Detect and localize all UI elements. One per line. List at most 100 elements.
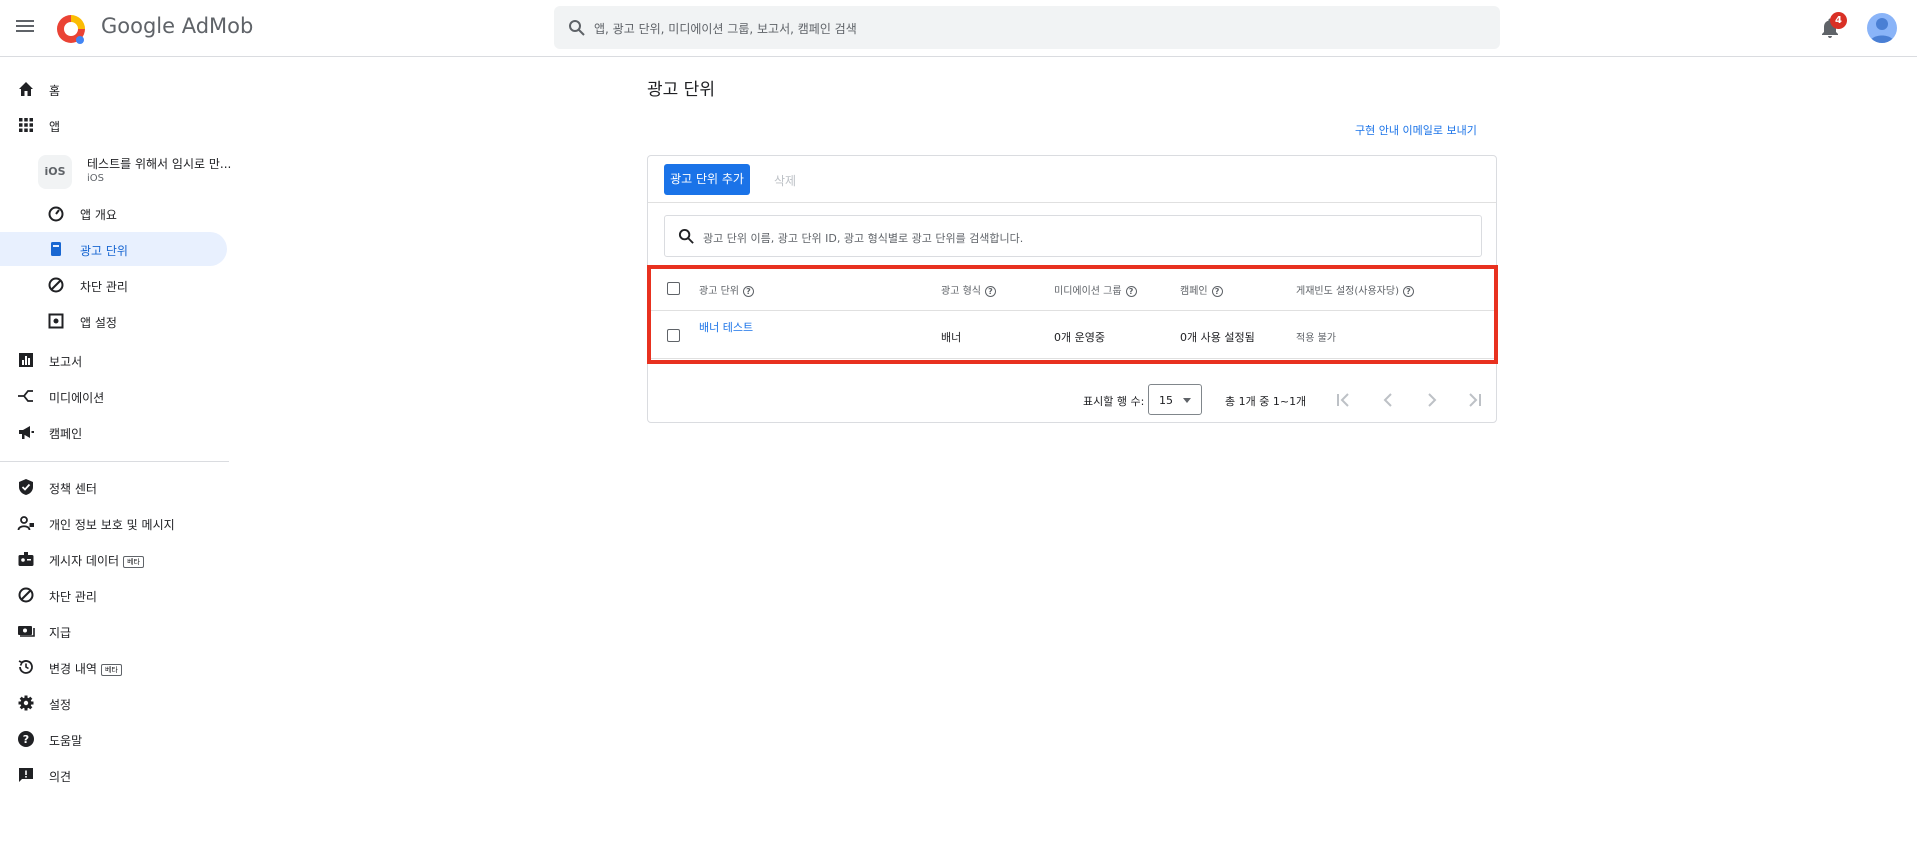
sidebar-item-campaigns[interactable]: 캠페인 bbox=[0, 415, 227, 449]
sidebar-item-blocking[interactable]: 차단 관리 bbox=[0, 578, 227, 612]
sidebar-item-settings[interactable]: 설정 bbox=[0, 686, 227, 720]
sidebar-item-change-history[interactable]: 변경 내역 베타 bbox=[0, 650, 227, 684]
ios-app-icon: iOS bbox=[38, 155, 72, 189]
sidebar-item-label: 게시자 데이터 베타 bbox=[49, 552, 144, 569]
sidebar-divider bbox=[0, 461, 229, 462]
global-search-input[interactable]: 앱, 광고 단위, 미디에이션 그룹, 보고서, 캠페인 검색 bbox=[554, 6, 1500, 49]
column-header-ad-unit[interactable]: 광고 단위? bbox=[699, 282, 754, 297]
page-title: 광고 단위 bbox=[647, 80, 715, 100]
megaphone-icon bbox=[19, 426, 34, 439]
sidebar-item-home[interactable]: 홈 bbox=[0, 72, 227, 106]
block-icon bbox=[48, 277, 64, 293]
gear-icon bbox=[18, 695, 34, 711]
previous-page-icon[interactable] bbox=[1377, 389, 1399, 411]
ad-unit-search-placeholder: 광고 단위 이름, 광고 단위 ID, 광고 형식별로 광고 단위를 검색합니다… bbox=[703, 232, 1024, 245]
add-ad-unit-button[interactable]: 광고 단위 추가 bbox=[664, 164, 750, 195]
brand-name: Google AdMob bbox=[101, 14, 254, 38]
sidebar-item-label: 홈 bbox=[49, 84, 61, 98]
sidebar-item-help[interactable]: ? 도움말 bbox=[0, 722, 227, 756]
sidebar-item-label: 도움말 bbox=[49, 734, 83, 748]
select-all-checkbox[interactable] bbox=[667, 282, 680, 295]
speedometer-icon bbox=[48, 206, 64, 222]
ad-unit-search-input[interactable]: 광고 단위 이름, 광고 단위 ID, 광고 형식별로 광고 단위를 검색합니다… bbox=[664, 215, 1482, 257]
table-header-row: 광고 단위? 광고 형식? 미디에이션 그룹? 캠페인? 게재빈도 설정(사용자… bbox=[648, 265, 1496, 311]
sidebar-item-privacy[interactable]: 개인 정보 보호 및 메시지 bbox=[0, 506, 227, 540]
bar-chart-icon bbox=[19, 353, 33, 367]
sidebar-item-label: 변경 내역 베타 bbox=[49, 660, 122, 677]
help-icon[interactable]: ? bbox=[1125, 285, 1137, 297]
sidebar-item-label: 의견 bbox=[49, 770, 72, 784]
sidebar-item-label: 캠페인 bbox=[49, 427, 83, 441]
global-search-placeholder: 앱, 광고 단위, 미디에이션 그룹, 보고서, 캠페인 검색 bbox=[594, 22, 857, 36]
next-page-icon[interactable] bbox=[1421, 389, 1443, 411]
sidebar-item-label: 앱 설정 bbox=[80, 316, 117, 330]
table-row: 배너 테스트 배너 0개 운영중 0개 사용 설정됨 적용 불가 bbox=[648, 311, 1496, 359]
notification-count-badge: 4 bbox=[1830, 12, 1847, 29]
ad-unit-name-link[interactable]: 배너 테스트 bbox=[699, 319, 753, 335]
privacy-person-icon bbox=[17, 516, 34, 531]
first-page-icon[interactable] bbox=[1333, 389, 1355, 411]
help-icon[interactable]: ? bbox=[984, 285, 996, 297]
beta-badge: 베타 bbox=[100, 663, 122, 676]
beta-badge: 베타 bbox=[123, 555, 144, 568]
help-icon[interactable]: ? bbox=[742, 285, 754, 297]
sidebar-item-label: 차단 관리 bbox=[80, 280, 128, 294]
sidebar-item-label: 정책 센터 bbox=[49, 482, 97, 496]
sidebar-item-mediation[interactable]: 미디에이션 bbox=[0, 379, 227, 413]
sidebar-item-payments[interactable]: 지급 bbox=[0, 614, 227, 648]
sidebar-item-feedback[interactable]: 의견 bbox=[0, 758, 227, 792]
sidebar-item-app-overview[interactable]: 앱 개요 bbox=[0, 196, 227, 230]
search-icon bbox=[678, 228, 694, 244]
last-page-icon[interactable] bbox=[1463, 389, 1485, 411]
email-implementation-link[interactable]: 구현 안내 이메일로 보내기 bbox=[1355, 122, 1477, 138]
sidebar-item-label: 보고서 bbox=[49, 355, 83, 369]
sidebar-item-label: 지급 bbox=[49, 626, 72, 640]
sidebar-item-apps[interactable]: 앱 bbox=[0, 108, 227, 142]
top-app-bar: Google AdMob 앱, 광고 단위, 미디에이션 그룹, 보고서, 캠페… bbox=[0, 0, 1917, 57]
ad-unit-format: 배너 bbox=[941, 331, 962, 344]
pagination-range: 총 1개 중 1~1개 bbox=[1225, 395, 1307, 408]
shield-check-icon bbox=[19, 479, 33, 495]
admob-logo-icon bbox=[57, 15, 85, 44]
sidebar: 홈 앱 iOS 테스트를 위해서 임시로 만... iOS 앱 개요 광고 단위… bbox=[0, 57, 231, 857]
block-icon bbox=[18, 587, 34, 603]
help-icon: ? bbox=[18, 731, 34, 747]
card-toolbar: 광고 단위 추가 삭제 bbox=[648, 156, 1496, 203]
rows-per-page-select[interactable]: 15 bbox=[1148, 384, 1202, 415]
sidebar-item-app-blocking[interactable]: 차단 관리 bbox=[0, 268, 227, 302]
selected-app[interactable]: iOS 테스트를 위해서 임시로 만... iOS bbox=[38, 153, 231, 193]
feedback-icon bbox=[19, 768, 33, 782]
sidebar-item-ad-units[interactable]: 광고 단위 bbox=[0, 232, 227, 266]
sidebar-item-label: 차단 관리 bbox=[49, 590, 97, 604]
sidebar-item-reports[interactable]: 보고서 bbox=[0, 343, 227, 377]
menu-icon[interactable] bbox=[14, 17, 36, 39]
column-header-campaign[interactable]: 캠페인? bbox=[1180, 282, 1223, 297]
history-icon bbox=[18, 660, 33, 674]
chevron-down-icon bbox=[1183, 398, 1191, 403]
sidebar-item-label: 설정 bbox=[49, 698, 72, 712]
ad-unit-campaigns: 0개 사용 설정됨 bbox=[1180, 331, 1255, 344]
app-platform: iOS bbox=[87, 173, 104, 184]
sidebar-item-publisher-data[interactable]: 게시자 데이터 베타 bbox=[0, 542, 227, 576]
search-icon bbox=[569, 20, 585, 36]
ad-unit-icon bbox=[51, 242, 61, 256]
sidebar-item-label: 앱 bbox=[49, 120, 61, 134]
help-icon[interactable]: ? bbox=[1402, 285, 1414, 297]
sidebar-item-policy-center[interactable]: 정책 센터 bbox=[0, 470, 227, 504]
ad-unit-mediation-groups: 0개 운영중 bbox=[1054, 331, 1105, 344]
help-icon[interactable]: ? bbox=[1211, 285, 1223, 297]
delete-button[interactable]: 삭제 bbox=[774, 172, 796, 189]
account-avatar[interactable] bbox=[1867, 13, 1897, 43]
row-checkbox[interactable] bbox=[667, 329, 680, 342]
column-header-frequency-cap[interactable]: 게재빈도 설정(사용자당)? bbox=[1296, 282, 1414, 297]
sidebar-item-label: 앱 개요 bbox=[80, 208, 117, 222]
sidebar-item-label: 미디에이션 bbox=[49, 391, 105, 405]
app-settings-icon bbox=[48, 313, 64, 329]
sidebar-item-app-settings[interactable]: 앱 설정 bbox=[0, 304, 227, 338]
column-header-mediation-group[interactable]: 미디에이션 그룹? bbox=[1054, 282, 1137, 297]
rows-per-page-value: 15 bbox=[1159, 394, 1173, 407]
payments-icon bbox=[18, 626, 35, 637]
home-icon bbox=[19, 82, 33, 96]
sidebar-item-label: 광고 단위 bbox=[80, 244, 128, 258]
column-header-format[interactable]: 광고 형식? bbox=[941, 282, 996, 297]
